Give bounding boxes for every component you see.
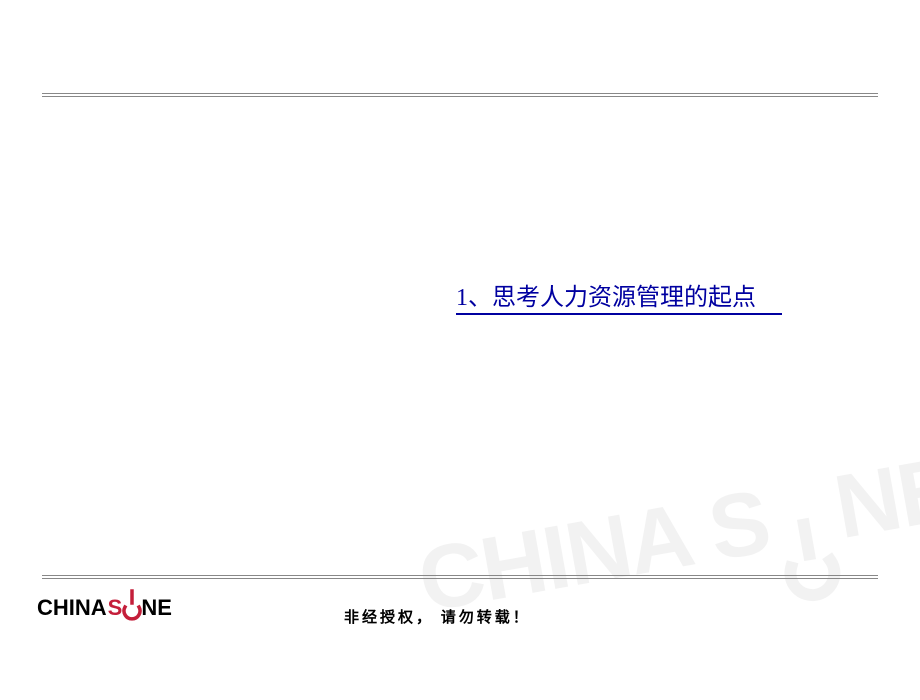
logo-text-ne: NE — [141, 595, 172, 621]
title-underline — [456, 313, 782, 315]
logo-text-china: CHINA — [37, 595, 107, 621]
bottom-divider — [42, 575, 878, 579]
watermark-text-2: NE — [828, 439, 920, 558]
logo-letter-s: S — [108, 595, 123, 620]
logo-circle-icon — [123, 593, 141, 623]
footer-copyright: 非经授权， 请勿转载！ — [344, 606, 531, 627]
slide-title: 1、思考人力资源管理的起点 — [456, 277, 756, 316]
top-divider — [42, 93, 878, 97]
watermark-logo: CHINA SNE — [411, 438, 920, 634]
logo: CHINA S NE — [37, 593, 172, 623]
watermark-circle-icon — [773, 538, 842, 550]
